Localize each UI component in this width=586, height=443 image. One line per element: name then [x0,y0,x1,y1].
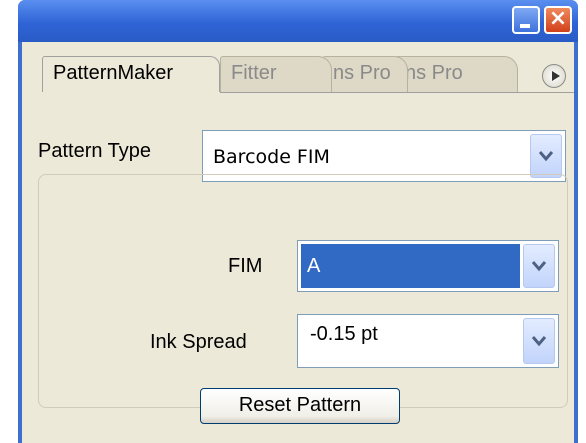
tab-ns-pro-1[interactable]: ns Pro [322,56,408,92]
tab-patternmaker[interactable]: PatternMaker [42,56,220,92]
ink-spread-combo[interactable]: -0.15 pt [297,314,559,368]
chevron-down-icon[interactable] [523,244,555,288]
panel-body: ns Pro ns Pro Fitter PatternMaker Patter… [22,42,574,443]
minimize-icon[interactable] [512,6,540,34]
fim-value: A [301,244,520,288]
close-icon[interactable]: × [544,6,572,34]
fim-select[interactable]: A [297,240,559,292]
ink-spread-value[interactable]: -0.15 pt [304,319,518,363]
reset-pattern-button[interactable]: Reset Pattern [200,388,400,424]
chevron-down-icon[interactable] [523,318,555,364]
pattern-type-label: Pattern Type [38,140,152,162]
tab-fitter[interactable]: Fitter [220,56,332,92]
tab-strip: ns Pro ns Pro Fitter PatternMaker [22,42,574,94]
panel-menu-icon[interactable] [542,64,566,88]
fim-label: FIM [228,255,263,277]
panel-window: × ns Pro ns Pro Fitter PatternMaker Patt… [18,0,578,443]
ink-spread-label: Ink Spread [150,331,247,353]
tab-ns-pro-2[interactable]: ns Pro [394,56,518,92]
chevron-down-icon[interactable] [530,134,562,178]
tab-divider [220,92,574,93]
pattern-type-value: Barcode FIM [213,146,330,168]
title-bar[interactable]: × [18,0,578,42]
